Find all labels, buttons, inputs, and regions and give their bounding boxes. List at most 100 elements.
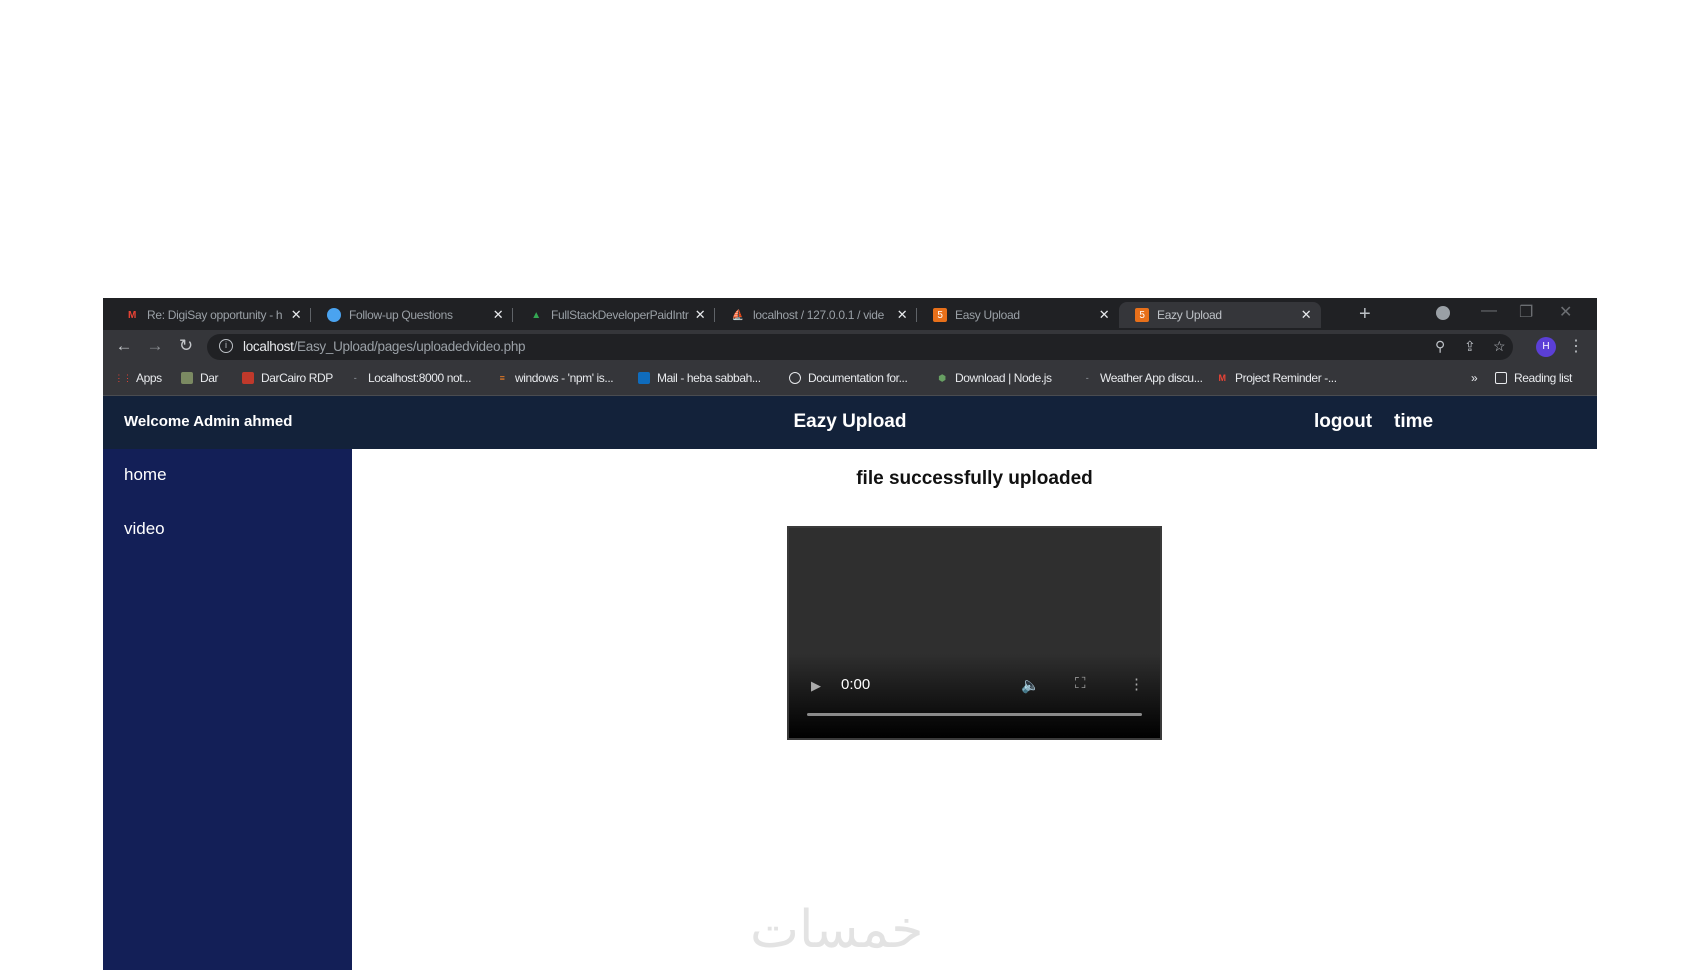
sidebar-item-home[interactable]: home xyxy=(124,465,167,485)
screenshot: M Re: DigiSay opportunity - h ✕ Follow-u… xyxy=(0,0,1700,970)
more-options-icon[interactable]: ⋮ xyxy=(1129,675,1144,693)
brand-title-wrap: Eazy Upload xyxy=(103,411,1597,433)
video-time: 0:00 xyxy=(841,676,871,693)
tab-gmail[interactable]: M Re: DigiSay opportunity - h ✕ xyxy=(109,302,311,328)
close-icon[interactable]: ✕ xyxy=(1299,307,1313,323)
bookmark-localhost[interactable]: - Localhost:8000 not... xyxy=(349,371,472,385)
tab-drive[interactable]: ▲ FullStackDeveloperPaidIntr ✕ xyxy=(513,302,715,328)
upload-success-message: file successfully uploaded xyxy=(856,468,1093,489)
sidebar: home video xyxy=(103,449,352,970)
bookmark-windows-npm[interactable]: ≡ windows - 'npm' is... xyxy=(496,371,614,385)
bookmark-label: Documentation for... xyxy=(808,371,908,385)
browser-toolbar: ← → ↻ i localhost/Easy_Upload/pages/uplo… xyxy=(103,330,1597,364)
close-icon[interactable]: ✕ xyxy=(491,307,505,323)
play-icon[interactable]: ▶ xyxy=(811,678,821,694)
bookmark-label: Localhost:8000 not... xyxy=(368,371,472,385)
close-icon[interactable]: ✕ xyxy=(693,307,707,323)
url-path: /Easy_Upload/pages/uploadedvideo.php xyxy=(293,339,526,354)
bookmark-label: Weather App discu... xyxy=(1100,371,1203,385)
time-link[interactable]: time xyxy=(1394,411,1433,433)
watermark-logo: خمسات xyxy=(750,900,924,960)
html-icon: 5 xyxy=(1135,308,1149,322)
bookmark-project-reminder[interactable]: M Project Reminder -... xyxy=(1216,371,1337,385)
tab-easy-upload[interactable]: 5 Easy Upload ✕ xyxy=(917,302,1119,328)
tab-eazy-upload-active[interactable]: 5 Eazy Upload ✕ xyxy=(1119,302,1321,328)
tab-strip: M Re: DigiSay opportunity - h ✕ Follow-u… xyxy=(103,298,1597,330)
bookmark-mail[interactable]: Mail - heba sabbah... xyxy=(638,371,761,385)
welcome-text: Welcome Admin ahmed xyxy=(124,413,293,430)
bookmark-label: DarCairo RDP xyxy=(261,371,333,385)
gmail-icon: M xyxy=(1218,373,1226,383)
page-icon: - xyxy=(353,373,357,383)
new-tab-button[interactable]: + xyxy=(1359,304,1371,324)
web-page: Welcome Admin ahmed Eazy Upload logout t… xyxy=(103,396,1597,970)
minimize-icon[interactable]: — xyxy=(1481,302,1497,320)
rdp-icon xyxy=(242,372,254,384)
zoom-icon[interactable]: ⚲ xyxy=(1435,338,1445,355)
forward-arrow-icon[interactable]: → xyxy=(144,336,166,356)
browser-menu-icon[interactable]: ⋮ xyxy=(1568,336,1584,356)
google-drive-icon: ▲ xyxy=(531,309,541,321)
bookmarks-overflow-button[interactable]: » xyxy=(1471,371,1478,385)
bookmark-label: Project Reminder -... xyxy=(1235,371,1337,385)
apps-grid-icon: ⋮⋮ xyxy=(114,372,132,383)
nodejs-icon: ⬢ xyxy=(938,372,946,383)
bookmark-label: windows - 'npm' is... xyxy=(515,371,614,385)
profile-menu-icon[interactable] xyxy=(1436,306,1450,320)
tab-title: Easy Upload xyxy=(955,308,1020,322)
gmail-icon: M xyxy=(127,309,137,321)
html-icon: 5 xyxy=(933,308,947,322)
back-arrow-icon[interactable]: ← xyxy=(113,336,135,356)
reading-list-button[interactable]: Reading list xyxy=(1495,371,1572,385)
video-player[interactable]: ▶ 0:00 🔈 ⛶ ⋮ xyxy=(787,526,1162,740)
folder-icon xyxy=(181,372,193,384)
volume-icon[interactable]: 🔈 xyxy=(1021,676,1040,694)
close-icon[interactable]: ✕ xyxy=(289,307,303,323)
close-icon[interactable]: ✕ xyxy=(895,307,909,323)
tab-title: Eazy Upload xyxy=(1157,308,1222,322)
tab-follow-up[interactable]: Follow-up Questions ✕ xyxy=(311,302,513,328)
bookmark-weather[interactable]: - Weather App discu... xyxy=(1081,371,1203,385)
stackoverflow-icon: ≡ xyxy=(499,373,505,383)
reload-icon[interactable]: ↻ xyxy=(175,336,197,356)
url-host: localhost xyxy=(243,339,294,354)
browser-window: M Re: DigiSay opportunity - h ✕ Follow-u… xyxy=(103,298,1597,970)
restore-icon[interactable]: ❐ xyxy=(1519,302,1533,322)
tab-phpmyadmin[interactable]: ⛵ localhost / 127.0.0.1 / vide ✕ xyxy=(715,302,917,328)
reading-list-label: Reading list xyxy=(1514,371,1572,385)
outlook-icon xyxy=(638,372,650,384)
bookmarks-bar: ⋮⋮ Apps Dar DarCairo RDP - Localhost:8000 … xyxy=(103,364,1597,396)
window-close-icon[interactable]: ✕ xyxy=(1559,302,1572,322)
bookmark-darcairo[interactable]: DarCairo RDP xyxy=(242,371,333,385)
phpmyadmin-icon: ⛵ xyxy=(731,309,745,321)
logout-link[interactable]: logout xyxy=(1314,411,1372,433)
site-info-icon[interactable]: i xyxy=(219,339,233,353)
bookmark-label: Download | Node.js xyxy=(955,371,1052,385)
bookmark-dar[interactable]: Dar xyxy=(181,371,219,385)
address-url[interactable]: localhost/Easy_Upload/pages/uploadedvide… xyxy=(243,339,526,354)
bookmark-star-icon[interactable]: ☆ xyxy=(1493,338,1506,355)
reading-list-icon xyxy=(1495,372,1507,384)
bookmark-label: Dar xyxy=(200,371,219,385)
top-navbar: Welcome Admin ahmed Eazy Upload logout t… xyxy=(103,396,1597,449)
bookmark-nodejs[interactable]: ⬢ Download | Node.js xyxy=(936,371,1052,385)
sidebar-item-video[interactable]: video xyxy=(124,519,165,539)
video-progress-track[interactable] xyxy=(807,713,1142,716)
tab-title: Re: DigiSay opportunity - h xyxy=(147,308,283,322)
globe-icon xyxy=(789,372,801,384)
tab-title: localhost / 127.0.0.1 / vide xyxy=(753,308,885,322)
fullscreen-icon[interactable]: ⛶ xyxy=(1075,675,1086,692)
address-bar[interactable]: i localhost/Easy_Upload/pages/uploadedvi… xyxy=(207,334,1513,360)
bookmark-documentation[interactable]: Documentation for... xyxy=(789,371,908,385)
bookmark-label: Apps xyxy=(136,371,162,385)
tab-title: Follow-up Questions xyxy=(349,308,453,322)
share-icon[interactable]: ⇪ xyxy=(1464,338,1476,355)
globe-icon xyxy=(327,308,341,322)
profile-avatar[interactable]: H xyxy=(1536,337,1556,357)
brand-title: Eazy Upload xyxy=(793,411,907,432)
bookmark-label: Mail - heba sabbah... xyxy=(657,371,761,385)
video-screen[interactable] xyxy=(789,528,1160,738)
tab-title: FullStackDeveloperPaidIntr xyxy=(551,308,689,322)
close-icon[interactable]: ✕ xyxy=(1097,307,1111,323)
bookmark-apps[interactable]: ⋮⋮ Apps xyxy=(114,371,162,385)
